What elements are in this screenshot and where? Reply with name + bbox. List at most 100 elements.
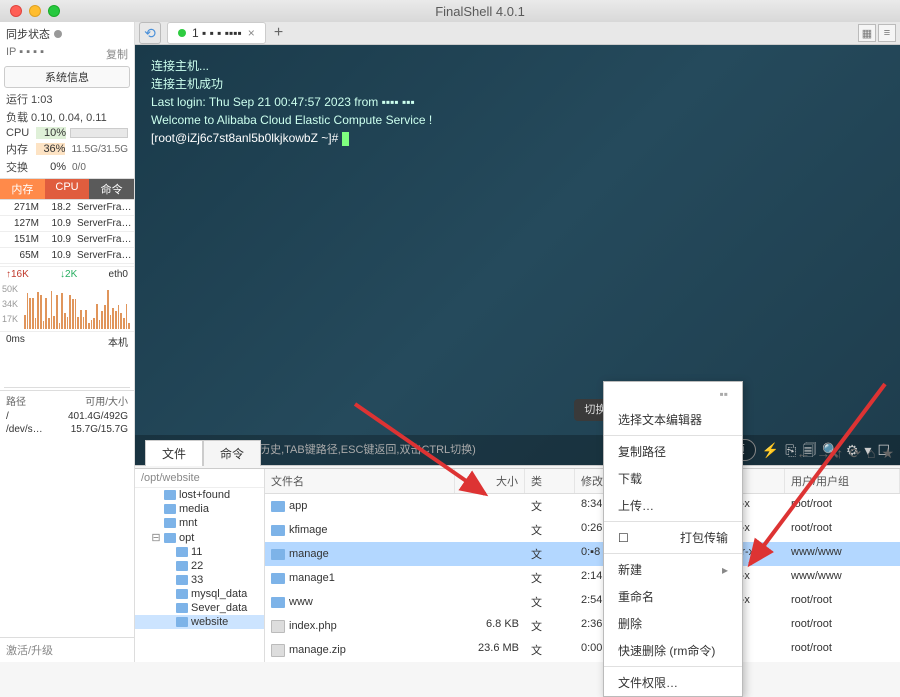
menu-permissions[interactable]: 文件权限… <box>604 669 742 696</box>
status-dot-icon <box>178 29 186 37</box>
context-menu[interactable]: ▪▪ 选择文本编辑器 复制路径 下载 上传… ☐打包传输 新建▸ 重命名 删除 … <box>603 381 743 697</box>
tree-node[interactable]: 22 <box>135 559 264 573</box>
file-row[interactable]: www文2:54drwxr-xr-xroot/root <box>265 590 900 614</box>
cpu-bar: CPU 10% <box>0 126 134 140</box>
file-row[interactable]: index.php6.8 KB文2:36-rw-r--r--root/root <box>265 614 900 638</box>
uptime: 运行 1:03 <box>0 90 134 108</box>
nav-fwd-icon[interactable]: → <box>816 445 830 462</box>
folder-icon <box>176 617 188 627</box>
folder-icon <box>271 525 285 536</box>
file-list[interactable]: ← → ↑ ⟳ ⌂ ★ 文件名 大小 类 修改时间 权限 用户/用户组 app文… <box>265 469 900 662</box>
connection-tab[interactable]: 1 ▪ ▪ ▪ ▪▪▪▪ × <box>167 22 266 44</box>
activate-upgrade-button[interactable]: 激活/升级 <box>0 637 134 662</box>
disk-header: 路径可用/大小 <box>0 390 134 410</box>
tree-node[interactable]: mnt <box>135 516 264 530</box>
bolt-icon[interactable]: ⚡ <box>762 440 779 461</box>
tree-node[interactable]: ⊟opt <box>135 530 264 545</box>
bookmark-icon[interactable]: ★ <box>881 445 894 462</box>
list-view-icon[interactable]: ≡ <box>878 24 896 42</box>
nav-up-icon[interactable]: ↑ <box>836 445 843 462</box>
menu-quick-delete[interactable]: 快速删除 (rm命令) <box>604 637 742 664</box>
file-row[interactable]: manage.zip23.6 MB文0:00-rw-r--r--root/roo… <box>265 638 900 662</box>
menu-upload[interactable]: 上传… <box>604 492 742 519</box>
tree-node[interactable]: website <box>135 615 264 629</box>
file-list-header[interactable]: 文件名 大小 类 修改时间 权限 用户/用户组 <box>265 469 900 494</box>
tree-node[interactable]: 33 <box>135 573 264 587</box>
network-chart <box>24 284 130 329</box>
tree-node[interactable]: lost+found <box>135 488 264 502</box>
tree-node[interactable]: 11 <box>135 545 264 559</box>
app-title: FinalShell 4.0.1 <box>60 4 900 19</box>
folder-icon <box>164 518 176 528</box>
nav-back-icon[interactable]: ← <box>796 445 810 462</box>
process-row[interactable]: 271M18.2ServerFra… <box>0 200 134 216</box>
sync-tabs-icon[interactable]: ⟲ <box>139 22 161 44</box>
disk-row[interactable]: /401.4G/492G <box>0 410 134 423</box>
menu-blank[interactable]: ▪▪ <box>604 382 742 406</box>
tree-node[interactable]: media <box>135 502 264 516</box>
menu-pack-transfer[interactable]: ☐打包传输 <box>604 524 742 551</box>
grid-view-icon[interactable]: ▦ <box>858 24 876 42</box>
menu-copy-path[interactable]: 复制路径 <box>604 438 742 465</box>
latency-chart <box>4 353 130 388</box>
file-row[interactable]: manage1文2:14drwxr-xr-xwww/www <box>265 566 900 590</box>
tab-commands[interactable]: 命令 <box>203 440 261 466</box>
menu-rename[interactable]: 重命名 <box>604 583 742 610</box>
folder-tree[interactable]: /opt/website lost+foundmediamnt⊟opt11223… <box>135 469 265 662</box>
menu-delete[interactable]: 删除 <box>604 610 742 637</box>
file-icon <box>271 620 285 633</box>
folder-icon <box>176 603 188 613</box>
menu-new[interactable]: 新建▸ <box>604 556 742 583</box>
file-panel: /opt/website lost+foundmediamnt⊟opt11223… <box>135 468 900 662</box>
process-row[interactable]: 127M10.9ServerFra… <box>0 216 134 232</box>
memory-bar: 内存 36% 11.5G/31.5G <box>0 140 134 158</box>
window-controls[interactable] <box>10 5 60 17</box>
copy-ip-button[interactable]: 复制 <box>106 46 128 62</box>
tab-files[interactable]: 文件 <box>145 440 203 466</box>
network-stats: ↑16K ↓2K eth0 <box>0 266 134 282</box>
maximize-icon[interactable] <box>48 5 60 17</box>
refresh-icon[interactable]: ⟳ <box>849 445 861 462</box>
folder-icon <box>271 501 285 512</box>
ip-row: IP ▪ ▪ ▪ ▪ 复制 <box>0 46 134 64</box>
sync-indicator-icon <box>54 30 62 38</box>
current-path: /opt/website <box>135 469 264 488</box>
process-row[interactable]: 151M10.9ServerFra… <box>0 232 134 248</box>
terminal[interactable]: 连接主机... 连接主机成功 Last login: Thu Sep 21 00… <box>135 45 900 465</box>
minimize-icon[interactable] <box>29 5 41 17</box>
close-icon[interactable] <box>10 5 22 17</box>
sync-label: 同步状态 <box>6 26 50 42</box>
system-info-button[interactable]: 系统信息 <box>4 66 130 88</box>
file-row[interactable]: app文8:34drwxr-xr-xroot/root <box>265 494 900 518</box>
tab-close-icon[interactable]: × <box>248 26 255 40</box>
sync-status: 同步状态 <box>0 22 134 46</box>
tree-node[interactable]: Sever_data <box>135 601 264 615</box>
window-titlebar: FinalShell 4.0.1 <box>0 0 900 22</box>
folder-icon <box>176 575 188 585</box>
disk-row[interactable]: /dev/s…15.7G/15.7G <box>0 423 134 436</box>
tab-label: 1 ▪ ▪ ▪ ▪▪▪▪ <box>192 26 242 40</box>
folder-icon <box>164 490 176 500</box>
folder-icon <box>164 533 176 543</box>
tab-bar: ⟲ 1 ▪ ▪ ▪ ▪▪▪▪ × + ▦ ≡ <box>135 22 900 45</box>
file-icon <box>271 644 285 657</box>
tree-node[interactable]: mysql_data <box>135 587 264 601</box>
new-tab-button[interactable]: + <box>274 24 283 42</box>
sidebar: 同步状态 IP ▪ ▪ ▪ ▪ 复制 系统信息 运行 1:03 负载 0.10,… <box>0 22 135 662</box>
clipboard-icon[interactable]: ⎘ <box>785 440 796 461</box>
folder-icon <box>271 573 285 584</box>
shell-prompt: [root@iZj6c7st8anl5b0lkjkowbZ ~]# <box>151 131 338 145</box>
latency: 0ms本机 <box>0 331 134 351</box>
folder-icon <box>164 504 176 514</box>
file-row[interactable]: kfimage文0:26drwxr-xr-xroot/root <box>265 518 900 542</box>
menu-download[interactable]: 下载 <box>604 465 742 492</box>
menu-editor[interactable]: 选择文本编辑器 <box>604 406 742 433</box>
folder-icon <box>271 549 285 560</box>
home-icon[interactable]: ⌂ <box>867 445 875 462</box>
folder-icon <box>271 597 285 608</box>
folder-icon <box>176 547 188 557</box>
file-row[interactable]: manage文0:▪8drwxrwxr-xwww/www <box>265 542 900 566</box>
cursor-icon <box>342 132 349 146</box>
process-row[interactable]: 65M10.9ServerFra… <box>0 248 134 264</box>
process-header: 内存CPU命令 <box>0 178 134 200</box>
